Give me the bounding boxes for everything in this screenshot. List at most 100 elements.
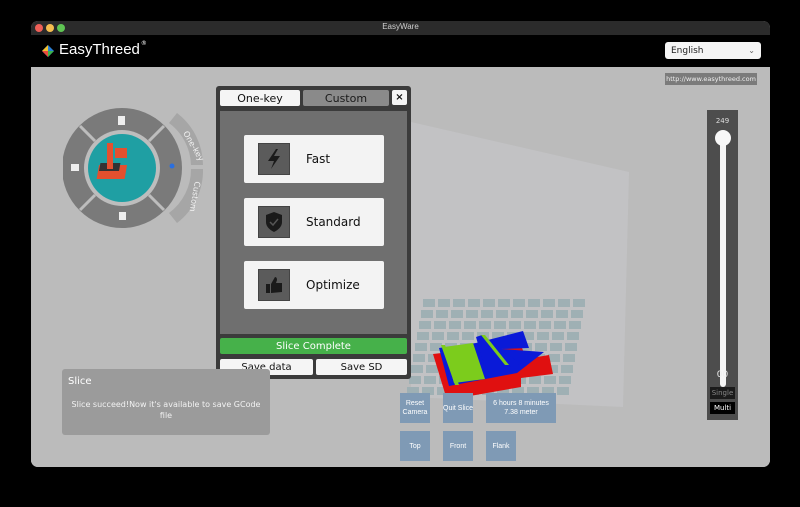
layer-slider-track[interactable] [720,137,726,387]
language-select[interactable]: English ⌄ [665,42,761,59]
grid-tile [451,310,463,318]
single-layer-toggle[interactable]: Single [710,387,735,399]
title-bar: EasyWare [31,21,770,35]
app-window: EasyWare EasyThreed ® English ⌄ http://w… [31,21,770,467]
grid-tile [436,310,448,318]
grid-tile [539,321,551,329]
grid-tile [526,310,538,318]
layer-slider[interactable]: 249 00 Single Multi [707,110,738,420]
grid-tile [453,299,465,307]
estimate-length: 7.38 meter [504,409,538,416]
grid-tile [563,354,575,362]
logo-icon [42,44,54,57]
grid-tile [466,310,478,318]
save-sd-button[interactable]: Save SD [316,359,407,375]
grid-tile [483,299,495,307]
view-flank-button[interactable]: Flank [486,431,516,461]
grid-tile [535,343,547,351]
grid-tile [496,310,508,318]
layer-slider-thumb[interactable] [715,130,731,146]
mode-fast-button[interactable]: Fast [244,135,384,183]
slice-icon[interactable] [169,163,175,169]
reset-camera-button[interactable]: Reset Camera [400,393,430,423]
grid-tile [409,376,421,384]
mode-optimize-label: Optimize [306,278,360,292]
layer-min-value: 00 [716,370,729,380]
grid-tile [567,332,579,340]
estimate-time: 6 hours 8 minutes [493,400,549,407]
grid-tile [565,343,577,351]
grid-tile [509,321,521,329]
grid-tile [419,321,431,329]
grid-tile [424,376,436,384]
grid-tile [411,365,423,373]
grid-tile [571,310,583,318]
grid-tile [468,299,480,307]
grid-tile [513,299,525,307]
website-link[interactable]: http://www.easythreed.com [665,73,757,85]
workspace: http://www.easythreed.com One-key Custom… [31,67,770,467]
grid-tile [543,299,555,307]
grid-tile [573,299,585,307]
grid-tile [464,321,476,329]
mode-standard-button[interactable]: Standard [244,198,384,246]
mode-fast-label: Fast [306,152,331,166]
slice-notification: Slice Slice succeed!Now it's available t… [62,369,270,435]
grid-tile [432,332,444,340]
window-title: EasyWare [382,22,419,31]
app-header: EasyThreed ® English ⌄ [31,35,770,67]
grid-tile [413,354,425,362]
grid-tile [511,310,523,318]
registered-mark: ® [140,40,147,47]
grid-tile [415,343,427,351]
model-library-icon[interactable] [71,164,79,171]
grid-tile [449,321,461,329]
grid-tile [434,321,446,329]
grid-tile [426,365,438,373]
mode-optimize-button[interactable]: Optimize [244,261,384,309]
shield-check-icon [258,206,290,238]
grid-tile [550,343,562,351]
grid-tile [423,299,435,307]
grid-tile [556,310,568,318]
delete-icon[interactable] [119,212,126,220]
grid-tile [479,321,491,329]
grid-tile [524,321,536,329]
grid-tile [421,310,433,318]
quit-slice-button[interactable]: Quit Slice [443,393,473,423]
grid-tile [554,321,566,329]
grid-tile [494,321,506,329]
brand-logo: EasyThreed ® [40,40,147,58]
radial-menu: One-key Custom [63,108,206,228]
notification-title: Slice [68,376,92,387]
grid-tile [462,332,474,340]
tab-custom[interactable]: Custom [303,90,389,106]
layer-max-value: 249 [715,117,730,125]
view-top-button[interactable]: Top [400,431,430,461]
grid-tile [541,310,553,318]
notification-message: Slice succeed!Now it's available to save… [71,400,261,420]
mode-standard-label: Standard [306,215,361,229]
thumbs-up-icon [258,269,290,301]
grid-tile [544,376,556,384]
file-icon[interactable] [118,116,125,125]
grid-tile [438,299,450,307]
grid-tile [557,387,569,395]
grid-tile [559,376,571,384]
grid-tile [417,332,429,340]
slice-dialog: One-key Custom × Fast Standard Optimize … [216,86,411,379]
multi-layer-toggle[interactable]: Multi [710,402,735,414]
language-value: English [671,45,704,56]
grid-tile [498,299,510,307]
brand-name: EasyThreed [59,41,140,58]
tab-one-key[interactable]: One-key [220,90,300,106]
mode-panel: Fast Standard Optimize [220,111,407,334]
grid-tile [569,321,581,329]
grid-tile [561,365,573,373]
close-dialog-button[interactable]: × [392,90,407,105]
grid-tile [552,332,564,340]
grid-tile [447,332,459,340]
chevron-down-icon: ⌄ [748,46,755,55]
view-front-button[interactable]: Front [443,431,473,461]
grid-tile [537,332,549,340]
